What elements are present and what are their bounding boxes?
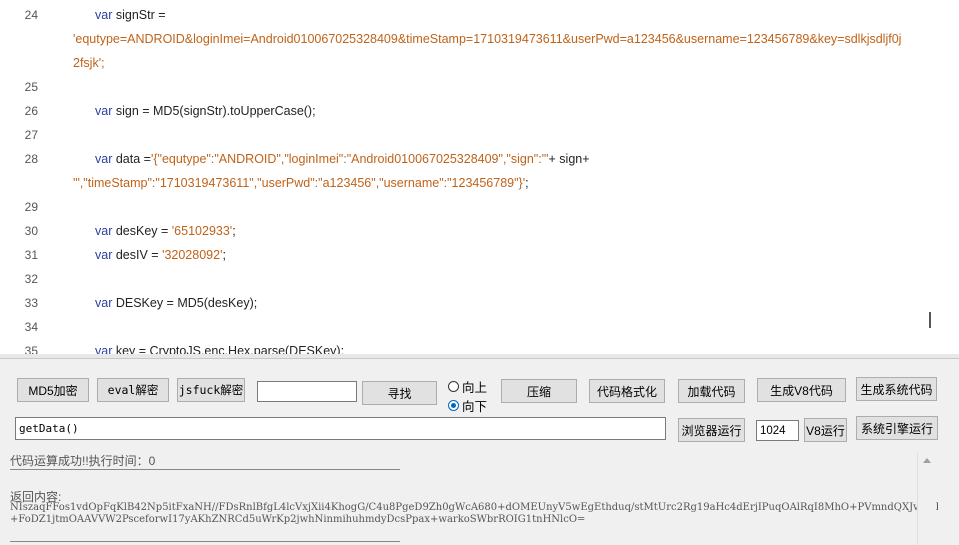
code-text: var data ='{"equtype":"ANDROID","loginIm… (95, 147, 590, 171)
code-text: var desKey = '65102933'; (95, 219, 236, 243)
radio-checked-icon (448, 400, 459, 411)
output-panel[interactable]: 代码运算成功!!执行时间：0 返回内容: NIszaqFFos1vdOpFqKl… (8, 452, 938, 545)
compress-button[interactable]: 压缩 (501, 379, 577, 403)
code-token: DESKey = MD5(desKey); (112, 296, 258, 310)
code-string: '","timeStamp":"1710319473611","userPwd"… (73, 176, 526, 190)
browser-run-button[interactable]: 浏览器运行 (678, 418, 745, 442)
editor-scroll-thumb[interactable] (929, 312, 931, 328)
line-number: 32 (24, 272, 38, 286)
generate-system-code-button[interactable]: 生成系统代码 (856, 377, 937, 401)
line-number: 35 (24, 344, 38, 354)
code-string: 'equtype=ANDROID&loginImei=Android010067… (73, 32, 902, 46)
md5-encrypt-button[interactable]: MD5加密 (17, 378, 89, 402)
function-call-input[interactable]: getData() (15, 417, 666, 440)
line-number: 24 (24, 8, 38, 22)
line-number: 33 (24, 296, 38, 310)
search-down-radio[interactable]: 向下 (448, 396, 487, 415)
jsfuck-decrypt-button[interactable]: jsfuck解密 (177, 378, 245, 402)
find-input[interactable] (257, 381, 357, 402)
return-content-line: +FoDZ1jtmOAAVVW2PsceforwI17yAKhZNRCd5uWr… (10, 514, 586, 525)
code-keyword: var (95, 248, 113, 262)
line-number: 27 (24, 128, 38, 142)
code-token: data = (112, 152, 151, 166)
code-keyword: var (95, 344, 113, 354)
line-number: 28 (24, 152, 38, 166)
code-token: desIV = (112, 248, 163, 262)
eval-decrypt-button[interactable]: eval解密 (97, 378, 169, 402)
editor-scrollbar[interactable] (946, 0, 959, 358)
scroll-up-arrow-icon[interactable] (923, 458, 931, 463)
code-token: + sign+ (548, 152, 590, 166)
code-token: key = CryptoJS.enc.Hex.parse(DESKey); (112, 344, 345, 354)
load-code-button[interactable]: 加载代码 (678, 379, 745, 403)
code-string: 2fsjk'; (73, 56, 105, 70)
code-text: 2fsjk'; (73, 51, 105, 75)
code-string: '{"equtype":"ANDROID","loginImei":"Andro… (150, 152, 549, 166)
search-up-radio[interactable]: 向上 (448, 377, 487, 396)
code-text: var key = CryptoJS.enc.Hex.parse(DESKey)… (95, 339, 344, 354)
v8-run-button[interactable]: V8运行 (804, 418, 847, 442)
code-keyword: var (95, 152, 113, 166)
line-number: 29 (24, 200, 38, 214)
code-string: '65102933' (171, 224, 233, 238)
code-token: signStr = (112, 8, 166, 22)
return-content-line: NIszaqFFos1vdOpFqKlB42Np5itFxaNH//FDsRnl… (10, 502, 938, 513)
editor-splitter[interactable] (0, 354, 959, 359)
line-number: 34 (24, 320, 38, 334)
line-number: 26 (24, 104, 38, 118)
line-number: 25 (24, 80, 38, 94)
line-number: 30 (24, 224, 38, 238)
divider (10, 541, 400, 542)
code-token: desKey = (112, 224, 172, 238)
status-message: 代码运算成功!!执行时间：0 (10, 454, 156, 468)
code-text: var desIV = '32028092'; (95, 243, 226, 267)
code-text: 'equtype=ANDROID&loginImei=Android010067… (73, 27, 901, 51)
format-code-button[interactable]: 代码格式化 (589, 379, 665, 403)
code-token: sign = MD5(signStr).toUpperCase(); (112, 104, 316, 118)
code-text: var sign = MD5(signStr).toUpperCase(); (95, 99, 316, 123)
code-token: ; (525, 176, 529, 190)
code-keyword: var (95, 104, 113, 118)
output-scrollbar[interactable] (917, 452, 936, 545)
system-engine-run-button[interactable]: 系统引擎运行 (856, 416, 938, 440)
search-down-label: 向下 (462, 400, 488, 414)
divider (10, 469, 400, 470)
code-keyword: var (95, 8, 113, 22)
code-editor[interactable]: 24 var signStr = 'equtype=ANDROID&loginIme… (10, 0, 946, 354)
code-text: var DESKey = MD5(desKey); (95, 291, 257, 315)
code-text: '","timeStamp":"1710319473611","userPwd"… (73, 171, 529, 195)
search-up-label: 向上 (462, 381, 488, 395)
line-number: 31 (24, 248, 38, 262)
code-token: ; (232, 224, 236, 238)
code-token: ; (222, 248, 226, 262)
code-string: '32028092' (162, 248, 223, 262)
code-keyword: var (95, 296, 113, 310)
code-text: var signStr = (95, 3, 166, 27)
stack-size-input[interactable]: 1024 (756, 420, 799, 441)
radio-unchecked-icon (448, 381, 459, 392)
find-button[interactable]: 寻找 (362, 381, 437, 405)
generate-v8-code-button[interactable]: 生成V8代码 (757, 378, 846, 402)
code-keyword: var (95, 224, 113, 238)
